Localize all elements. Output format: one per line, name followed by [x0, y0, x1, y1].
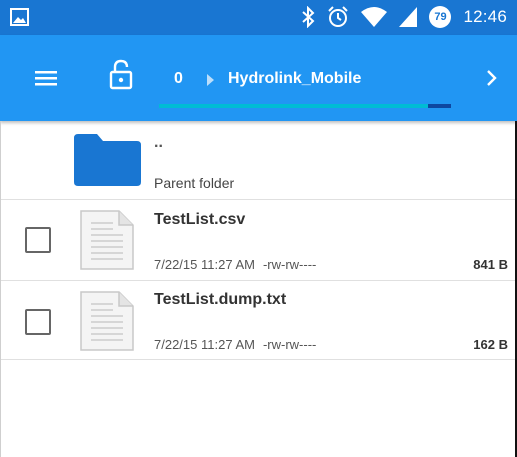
file-meta: 7/22/15 11:27 AM -rw-rw---- — [154, 257, 316, 272]
menu-icon[interactable] — [29, 65, 63, 91]
file-size: 841 B — [473, 257, 508, 272]
parent-folder-label: Parent folder — [154, 175, 235, 191]
cell-signal-icon — [399, 7, 418, 27]
breadcrumb-root[interactable]: 0 — [174, 70, 183, 88]
breadcrumb-current[interactable]: Hydrolink_Mobile — [228, 70, 361, 88]
parent-folder-row[interactable]: .. Parent folder — [0, 121, 517, 199]
progress-fill — [159, 104, 428, 108]
file-permissions: -rw-rw---- — [262, 337, 317, 352]
file-date: 7/22/15 11:27 AM — [154, 337, 255, 352]
file-size: 162 B — [473, 337, 508, 352]
select-checkbox[interactable] — [25, 309, 51, 335]
clock: 12:46 — [463, 7, 507, 26]
document-icon — [80, 291, 134, 351]
left-edge — [0, 121, 1, 457]
file-permissions: -rw-rw---- — [262, 257, 317, 272]
battery-badge: 79 — [429, 6, 452, 28]
document-icon — [80, 210, 134, 270]
file-name: TestList.csv — [154, 211, 246, 228]
file-meta: 7/22/15 11:27 AM -rw-rw---- — [154, 337, 316, 352]
gallery-icon — [10, 8, 29, 26]
progress-bar — [159, 104, 451, 108]
bluetooth-icon — [302, 6, 315, 28]
file-date: 7/22/15 11:27 AM — [154, 257, 255, 272]
toolbar: 0 Hydrolink_Mobile — [0, 35, 517, 121]
lock-icon[interactable] — [106, 57, 136, 91]
breadcrumb-separator-icon — [207, 74, 214, 86]
list-item[interactable]: TestList.csv 7/22/15 11:27 AM -rw-rw---- … — [0, 199, 517, 280]
status-bar: 79 12:46 — [0, 0, 517, 35]
file-list: .. Parent folder TestList.csv 7/22/15 11… — [0, 121, 517, 457]
wifi-icon — [361, 7, 388, 27]
parent-folder-name: .. — [154, 134, 163, 151]
list-item[interactable]: TestList.dump.txt 7/22/15 11:27 AM -rw-rw… — [0, 280, 517, 360]
alarm-icon — [328, 6, 349, 27]
select-checkbox[interactable] — [25, 227, 51, 253]
chevron-right-icon[interactable] — [484, 66, 500, 90]
file-name: TestList.dump.txt — [154, 291, 287, 308]
folder-icon — [74, 134, 141, 186]
